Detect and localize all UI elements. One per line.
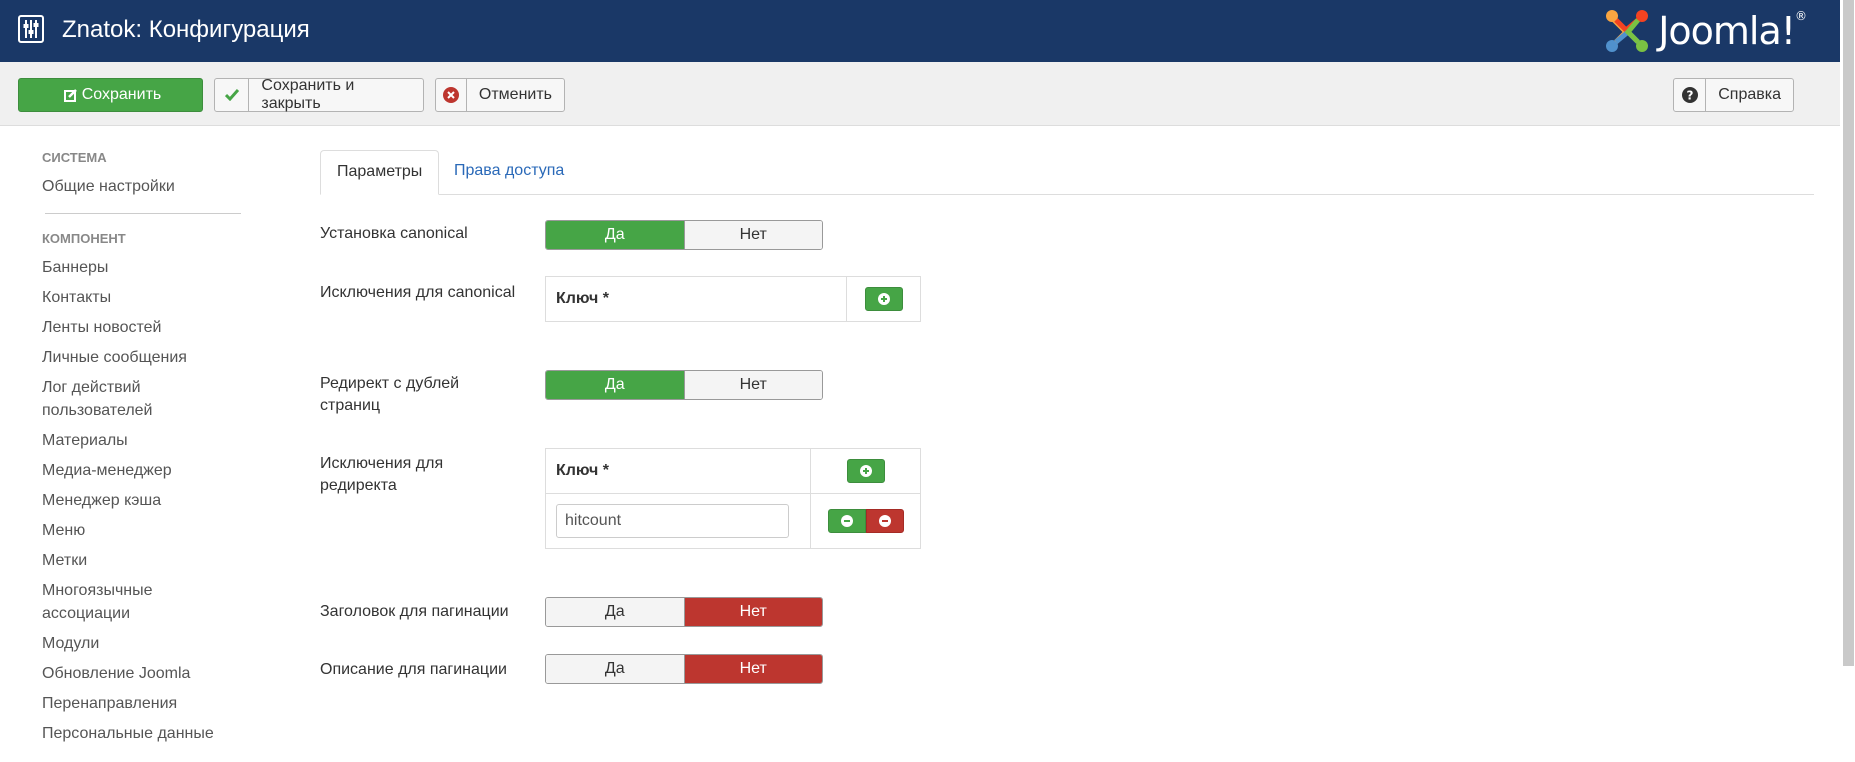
options-icon xyxy=(18,15,44,43)
joomla-logo: Joomla!® xyxy=(1604,7,1807,55)
sidebar-item-action-logs[interactable]: Лог действий пользователей xyxy=(42,376,192,422)
sidebar-item-newsfeeds[interactable]: Ленты новостей xyxy=(42,316,252,339)
vertical-scrollbar[interactable] xyxy=(1840,0,1855,762)
redirect-add-row-button[interactable] xyxy=(846,459,885,483)
canonical-add-row-button[interactable] xyxy=(864,287,903,311)
sidebar-item-general-settings[interactable]: Общие настройки xyxy=(42,175,252,198)
sidebar-item-messages[interactable]: Личные сообщения xyxy=(42,346,252,369)
edit-icon xyxy=(60,79,82,111)
pagination-title-toggle[interactable]: Да Нет xyxy=(545,597,823,627)
sidebar-item-tags[interactable]: Метки xyxy=(42,549,252,572)
help-button[interactable]: ? Справка xyxy=(1673,78,1794,112)
sidebar-item-media[interactable]: Медиа-менеджер xyxy=(42,459,252,482)
sidebar-item-contacts[interactable]: Контакты xyxy=(42,286,252,309)
redirect-label: Редирект с дублей страниц xyxy=(320,375,460,414)
sidebar-item-banners[interactable]: Баннеры xyxy=(42,256,252,279)
plus-circle-icon xyxy=(859,465,872,477)
redirect-key-header: Ключ * xyxy=(556,462,609,479)
tab-bar: Параметры Права доступа xyxy=(320,150,1814,195)
sidebar-item-privacy[interactable]: Персональные данные xyxy=(42,722,252,745)
sidebar: СИСТЕМА Общие настройки КОМПОНЕНТ Баннер… xyxy=(42,150,252,752)
redirect-exceptions-label: Исключения для редиректа xyxy=(320,455,444,494)
redirect-row-button-group xyxy=(827,509,904,533)
joomla-mark-icon xyxy=(1606,10,1649,52)
page-title: Znatok: Конфигурация xyxy=(62,16,310,43)
canonical-exceptions-label: Исключения для canonical xyxy=(320,284,516,301)
sidebar-heading-component: КОМПОНЕНТ xyxy=(42,231,126,246)
canonical-exceptions-table: Ключ * xyxy=(545,276,921,322)
scrollbar-thumb[interactable] xyxy=(1843,0,1854,666)
save-and-close-button[interactable]: Сохранить и закрыть xyxy=(214,77,424,112)
sidebar-item-associations[interactable]: Многоязычные ассоциации xyxy=(42,579,172,625)
redirect-key-input[interactable]: hitcount xyxy=(556,504,789,538)
redirect-value-cell: hitcount xyxy=(546,494,810,548)
pagination-description-label: Описание для пагинации xyxy=(320,661,507,678)
redirect-exceptions-table: Ключ * hitcount xyxy=(545,448,921,549)
cancel-button[interactable]: Отменить xyxy=(435,78,565,112)
redirect-remove-row-button[interactable] xyxy=(865,509,904,533)
minus-circle-icon xyxy=(840,515,853,527)
pagination-title-no-option[interactable]: Нет xyxy=(683,598,822,626)
sidebar-item-redirects[interactable]: Перенаправления xyxy=(42,692,252,715)
canonical-no-option[interactable]: Нет xyxy=(683,221,822,249)
sidebar-item-menus[interactable]: Меню xyxy=(42,519,252,542)
sidebar-item-joomla-update[interactable]: Обновление Joomla xyxy=(42,662,252,685)
redirect-yes-option[interactable]: Да xyxy=(546,371,684,399)
canonical-label: Установка canonical xyxy=(320,225,468,242)
pagination-title-label: Заголовок для пагинации xyxy=(320,603,509,620)
toolbar: Сохранить Сохранить и закрыть Отменить ?… xyxy=(0,62,1840,126)
remove-circle-icon xyxy=(878,515,891,527)
help-label: Справка xyxy=(1718,86,1781,103)
sidebar-item-cache[interactable]: Менеджер кэша xyxy=(42,489,252,512)
canonical-actions-cell xyxy=(846,277,920,321)
pagination-description-no-option[interactable]: Нет xyxy=(683,655,822,683)
pagination-description-toggle[interactable]: Да Нет xyxy=(545,654,823,684)
plus-circle-icon xyxy=(877,293,890,305)
sidebar-item-modules[interactable]: Модули xyxy=(42,632,252,655)
canonical-key-header: Ключ * xyxy=(556,290,609,307)
cancel-label: Отменить xyxy=(478,86,552,103)
tab-parameters[interactable]: Параметры xyxy=(320,150,440,195)
redirect-header-actions-cell xyxy=(810,449,920,493)
redirect-toggle[interactable]: Да Нет xyxy=(545,370,823,400)
canonical-key-header-cell: Ключ * xyxy=(546,277,846,321)
pagination-description-yes-option[interactable]: Да xyxy=(546,655,684,683)
sidebar-item-articles[interactable]: Материалы xyxy=(42,429,252,452)
svg-text:?: ? xyxy=(1686,89,1693,103)
canonical-yes-option[interactable]: Да xyxy=(546,221,684,249)
joomla-wordmark: Joomla!® xyxy=(1658,9,1807,53)
sidebar-divider xyxy=(45,213,241,214)
save-button[interactable]: Сохранить xyxy=(18,78,203,112)
checkmark-icon xyxy=(215,79,250,111)
redirect-no-option[interactable]: Нет xyxy=(683,371,822,399)
canonical-toggle[interactable]: Да Нет xyxy=(545,220,823,250)
redirect-row-actions-cell xyxy=(810,494,920,548)
app-header: Znatok: Конфигурация Joomla!® xyxy=(0,0,1840,62)
redirect-insert-row-button[interactable] xyxy=(827,509,866,533)
sidebar-heading-system: СИСТЕМА xyxy=(42,150,107,165)
save-and-close-label: Сохранить и закрыть xyxy=(261,77,355,112)
cancel-circle-icon xyxy=(436,79,467,111)
tab-permissions[interactable]: Права доступа xyxy=(438,150,580,195)
question-icon: ? xyxy=(1674,79,1707,111)
pagination-title-yes-option[interactable]: Да xyxy=(546,598,684,626)
redirect-key-header-cell: Ключ * xyxy=(546,449,810,493)
save-button-label: Сохранить xyxy=(81,86,162,103)
